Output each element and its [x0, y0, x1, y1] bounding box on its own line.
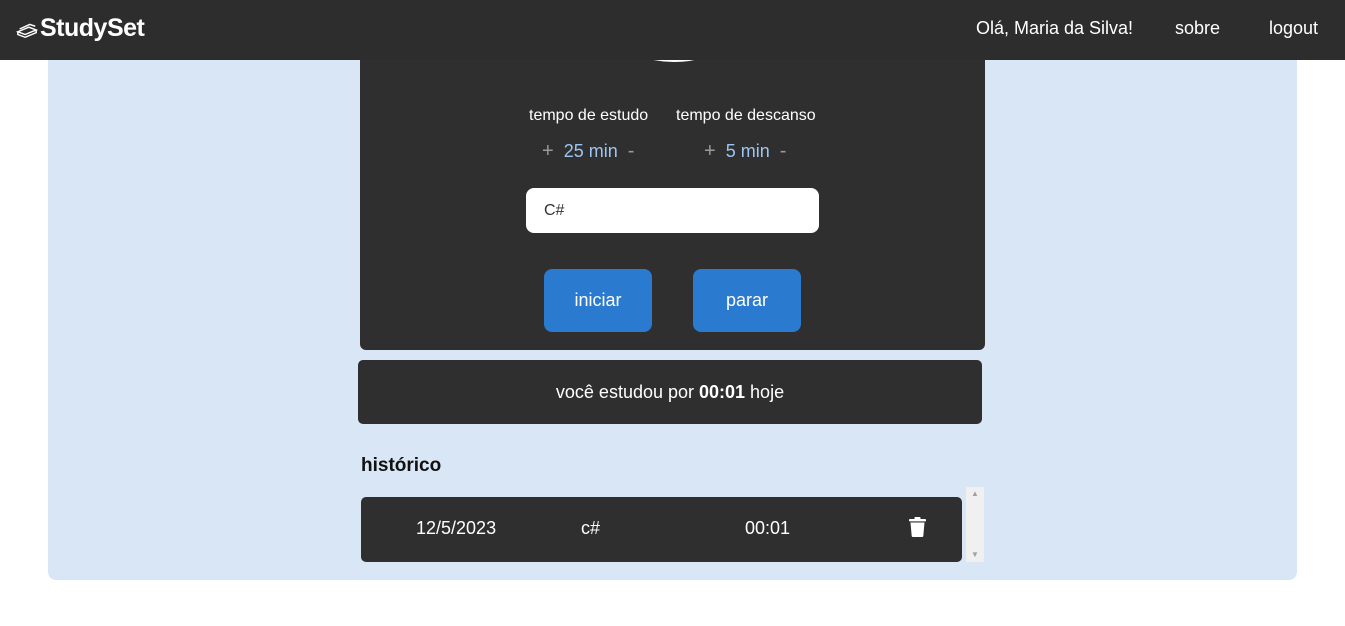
user-greeting: Olá, Maria da Silva!	[976, 18, 1134, 38]
history-scrollbar[interactable]: ▲ ▼	[966, 487, 984, 562]
scroll-down-arrow-icon[interactable]: ▼	[966, 548, 984, 562]
history-date: 12/5/2023	[416, 518, 497, 538]
rest-time-label: tempo de descanso	[676, 107, 816, 124]
trash-icon[interactable]	[909, 517, 926, 537]
summary-time: 00:01	[699, 381, 746, 402]
rest-time-stepper: + 5 min -	[704, 140, 786, 163]
history-duration: 00:01	[745, 518, 791, 538]
study-time-stepper: + 25 min -	[542, 140, 634, 163]
stop-button[interactable]: parar	[693, 269, 801, 332]
study-time-value: 25 min	[563, 141, 618, 161]
rest-time-value: 5 min	[725, 141, 770, 161]
nav-link-about[interactable]: sobre	[1175, 18, 1220, 39]
top-navbar: StudySet Olá, Maria da Silva! sobre logo…	[0, 0, 1345, 60]
history-subject: c#	[581, 518, 601, 538]
rest-decrease-button[interactable]: -	[780, 140, 787, 163]
rest-increase-button[interactable]: +	[704, 140, 716, 163]
scroll-up-arrow-icon[interactable]: ▲	[966, 487, 984, 501]
study-time-label: tempo de estudo	[529, 107, 649, 124]
brand-logo[interactable]: StudySet	[16, 14, 145, 43]
study-decrease-button[interactable]: -	[628, 140, 635, 163]
start-button[interactable]: iniciar	[544, 269, 652, 332]
summary-suffix: hoje	[750, 381, 785, 402]
study-increase-button[interactable]: +	[542, 140, 554, 163]
books-icon	[16, 23, 38, 38]
daily-summary: você estudou por 00:01 hoje	[358, 360, 982, 424]
nav-link-logout[interactable]: logout	[1269, 18, 1318, 39]
summary-prefix: você estudou por	[555, 381, 694, 402]
brand-name: StudySet	[40, 14, 145, 42]
subject-input[interactable]	[526, 188, 819, 233]
history-title: histórico	[361, 455, 442, 476]
history-row: 12/5/2023 c# 00:01	[361, 497, 962, 562]
